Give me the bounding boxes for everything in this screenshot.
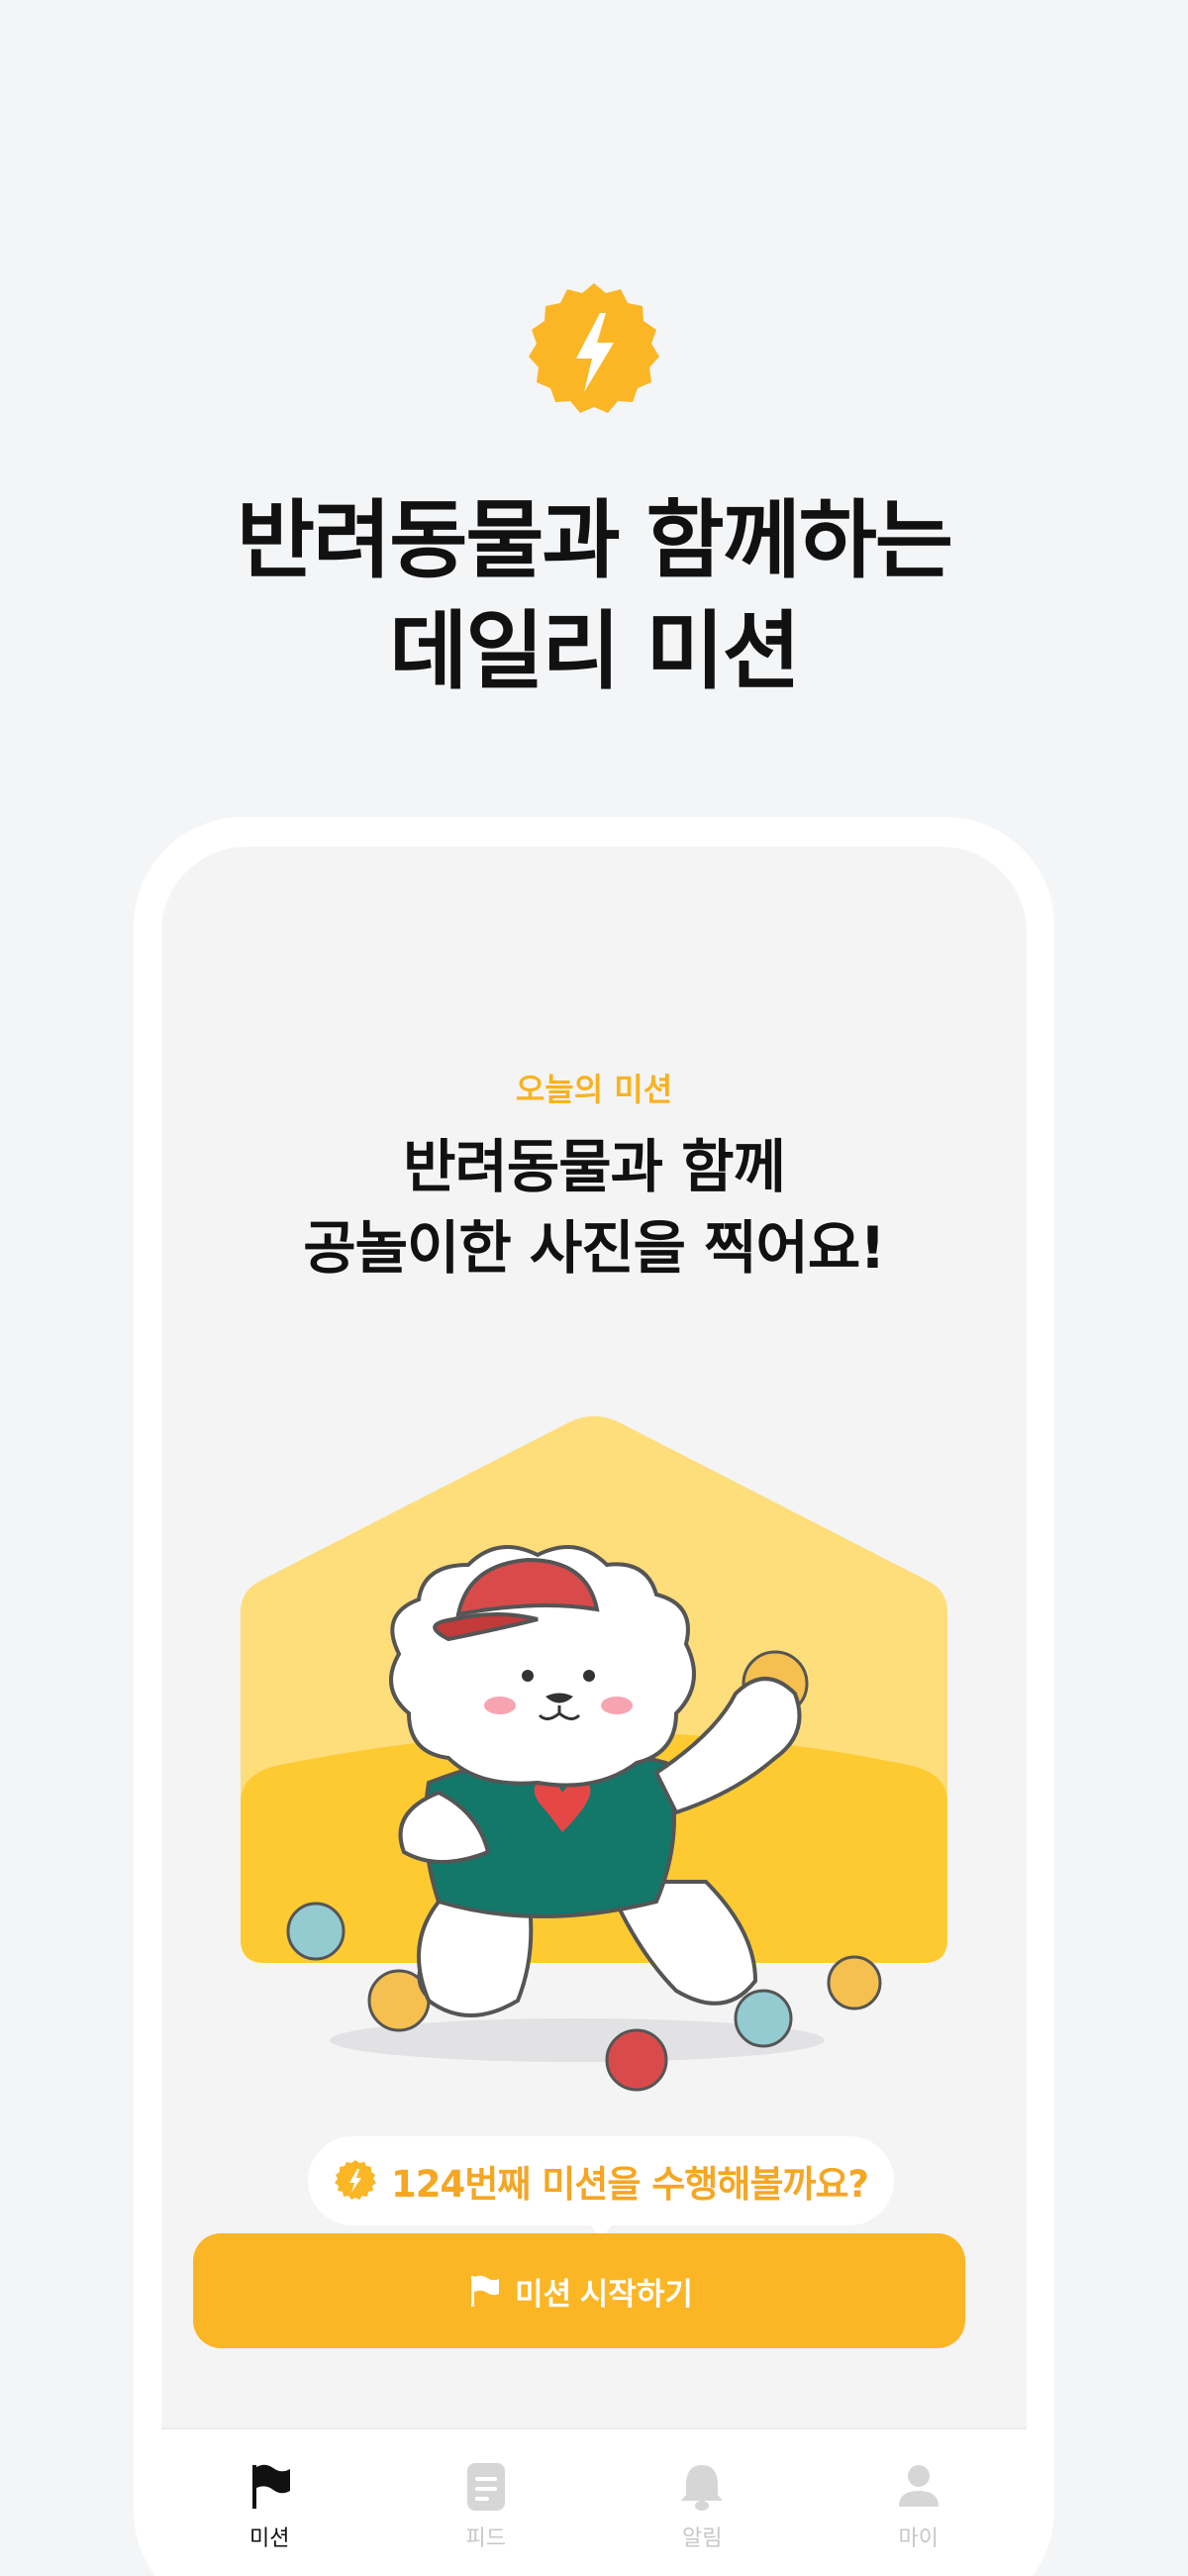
start-mission-button[interactable]: 미션 시작하기	[193, 2233, 965, 2348]
mission-count-bubble: 124번째 미션을 수행해볼까요?	[308, 2136, 894, 2239]
mission-kicker: 오늘의 미션	[515, 1071, 673, 1108]
mission-title: 반려동물과 함께 공놀이한 사진을 찍어요!	[161, 1126, 1027, 1288]
ball	[605, 2028, 668, 2092]
tab-mission-label: 미션	[249, 2526, 290, 2551]
tab-feed-label: 피드	[465, 2526, 506, 2551]
lightning-icon	[335, 2160, 377, 2200]
dog-playing-ball-illustration	[241, 1416, 947, 2110]
tab-notifications-label: 알림	[682, 2526, 723, 2551]
start-mission-label: 미션 시작하기	[515, 2276, 693, 2312]
mission-count-text: 124번째 미션을 수행해볼까요?	[391, 2163, 869, 2206]
tab-my[interactable]: 마이	[811, 2429, 1028, 2576]
bottom-tab-bar: 미션 피드 알림 마이	[161, 2427, 1027, 2576]
tab-feed[interactable]: 피드	[378, 2429, 595, 2576]
tab-notifications[interactable]: 알림	[594, 2429, 811, 2576]
phone-screen: 오늘의 미션 반려동물과 함께 공놀이한 사진을 찍어요! 124번째 미션을 …	[161, 847, 1027, 2576]
person-icon	[898, 2465, 939, 2507]
page-title-line-1: 반려동물과 함께하는	[236, 491, 953, 590]
flag-icon	[471, 2275, 500, 2307]
document-icon	[466, 2463, 505, 2511]
ball	[827, 1955, 882, 2010]
tab-my-label: 마이	[898, 2526, 939, 2551]
tab-mission[interactable]: 미션	[161, 2429, 378, 2576]
flag-icon	[252, 2464, 291, 2509]
page-title: 반려동물과 함께하는 데일리 미션	[0, 485, 1188, 707]
ball	[286, 1902, 346, 1961]
page-title-line-2: 데일리 미션	[389, 602, 801, 701]
mission-title-line-2: 공놀이한 사진을 찍어요!	[303, 1214, 885, 1282]
bell-icon	[681, 2465, 724, 2511]
mission-title-line-1: 반려동물과 함께	[403, 1133, 786, 1200]
lightning-badge-icon	[521, 279, 667, 426]
ball	[734, 1989, 793, 2048]
